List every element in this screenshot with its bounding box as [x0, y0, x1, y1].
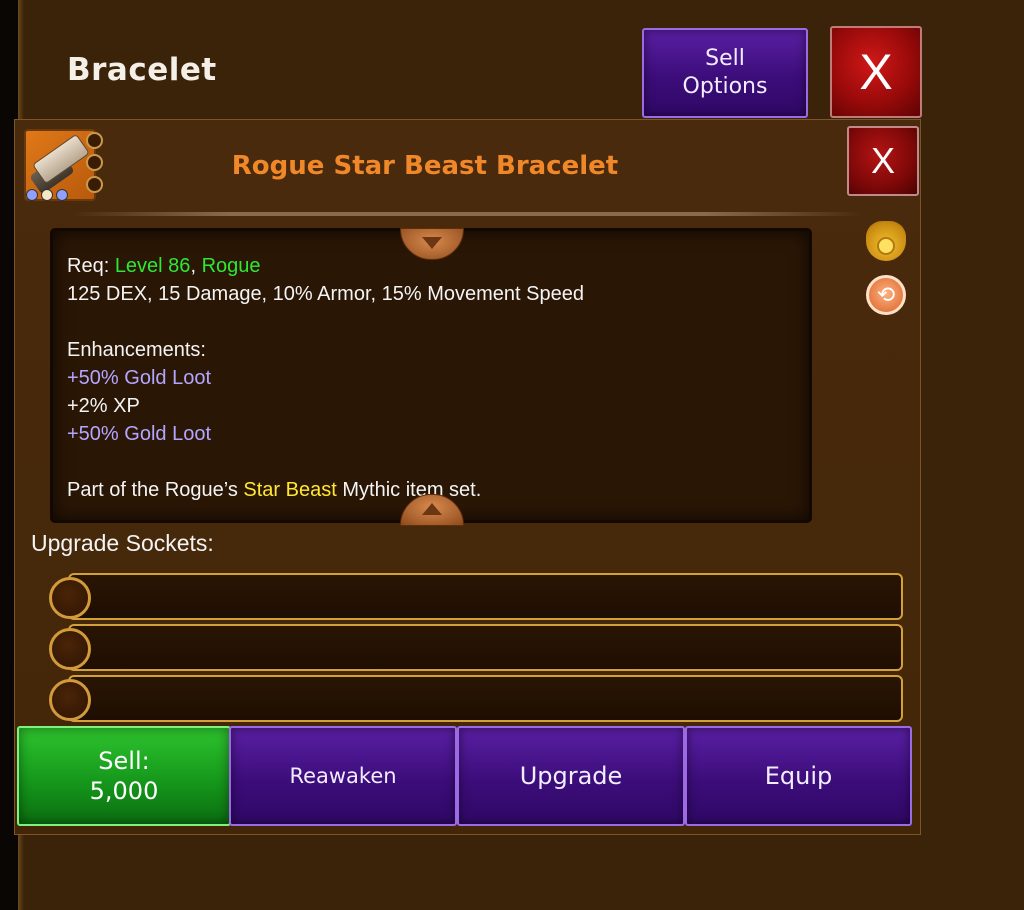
triangle-down-icon [422, 237, 442, 249]
sell-button[interactable]: Sell: 5,000 [17, 726, 231, 826]
upgrade-sockets-label: Upgrade Sockets: [31, 530, 214, 556]
gem-dot [26, 189, 38, 201]
swap-icon[interactable]: ⟲ [866, 275, 906, 315]
enhancement-line: +2% XP [67, 395, 140, 417]
close-dialog-button[interactable]: X [847, 126, 919, 196]
socket-circle-icon [49, 577, 91, 619]
upgrade-socket-slot[interactable] [68, 675, 903, 722]
gem-dot [41, 189, 53, 201]
stats-line: 125 DEX, 15 Damage, 10% Armor, 15% Movem… [67, 283, 584, 305]
enhancement-line: +50% Gold Loot [67, 423, 211, 445]
sell-options-label-line2: Options [682, 74, 768, 99]
req-level: Level 86 [114, 255, 191, 277]
triangle-up-icon [422, 503, 442, 515]
upgrade-socket-slot[interactable] [68, 573, 903, 620]
upgrade-socket-slot[interactable] [68, 624, 903, 671]
coin-icon [877, 237, 895, 255]
item-description: Req: Level 86, Rogue 125 DEX, 15 Damage,… [67, 252, 787, 504]
req-prefix: Req: [67, 255, 115, 277]
socket-circle-icon [49, 628, 91, 670]
item-name: Rogue Star Beast Bracelet [231, 151, 619, 181]
close-screen-button[interactable]: X [830, 26, 922, 118]
socket-circle-icon [49, 679, 91, 721]
req-class: Rogue [201, 255, 261, 277]
header-divider [70, 212, 865, 216]
sell-price: 5,000 [89, 777, 159, 805]
gold-bag-icon[interactable] [866, 221, 906, 261]
reawaken-button[interactable]: Reawaken [229, 726, 457, 826]
upgrade-button[interactable]: Upgrade [457, 726, 685, 826]
set-suffix: Mythic item set. [336, 479, 482, 501]
sell-options-label-line1: Sell [705, 46, 745, 71]
socket-dot [86, 132, 103, 149]
socket-dot [86, 176, 103, 193]
set-prefix: Part of the Rogue’s [67, 479, 244, 501]
socket-dot [86, 154, 103, 171]
item-gem-indicators [26, 189, 68, 201]
enhancement-line: +50% Gold Loot [67, 367, 211, 389]
screen-title: Bracelet [67, 52, 217, 88]
set-name: Star Beast [243, 479, 337, 501]
sell-label: Sell: [98, 747, 150, 775]
enhancements-heading: Enhancements: [67, 339, 206, 361]
equip-button[interactable]: Equip [685, 726, 912, 826]
item-socket-indicators [86, 132, 103, 193]
req-separator: , [190, 255, 202, 277]
gem-dot [56, 189, 68, 201]
sell-options-button[interactable]: Sell Options [642, 28, 808, 118]
